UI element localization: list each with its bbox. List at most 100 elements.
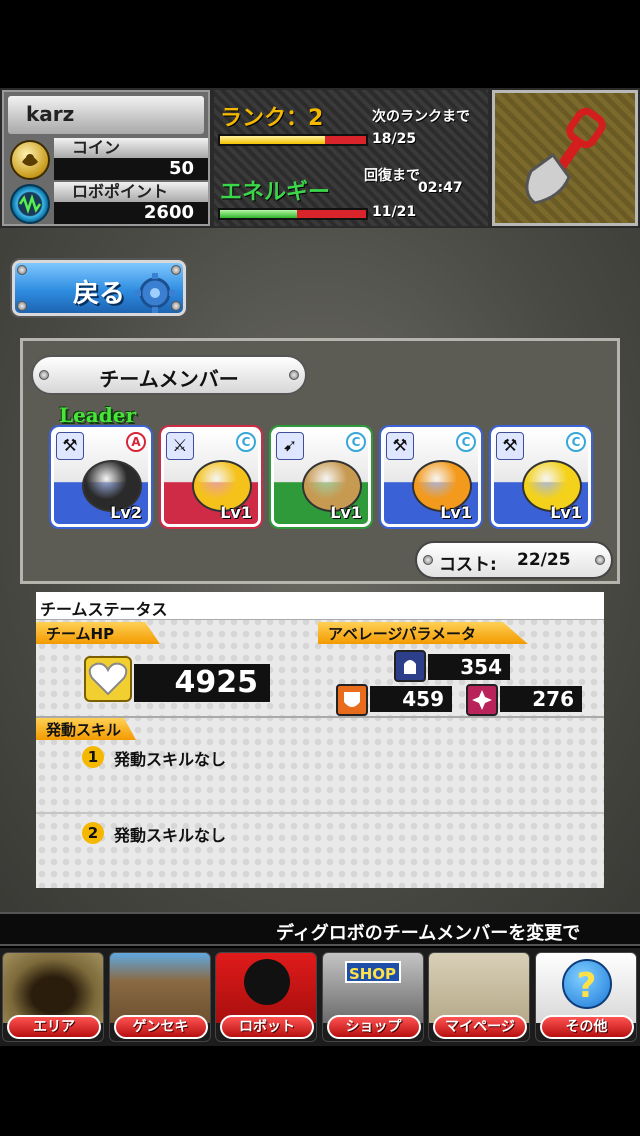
cost-value: 22/25: [517, 550, 571, 570]
energy-progress-text: 11/21: [372, 204, 417, 220]
nav-button-cave[interactable]: エリア: [2, 952, 104, 1042]
member-card[interactable]: ⚒ A Lv2: [51, 427, 151, 527]
book-icon: [429, 953, 529, 1023]
active-skill-label: 発動スキル: [36, 718, 136, 740]
rank-progress-fill: [220, 136, 326, 144]
nav-button-question[interactable]: ? その他: [534, 952, 637, 1042]
username: karz: [8, 96, 204, 134]
nav-button-book[interactable]: マイページ: [428, 952, 530, 1042]
rank-label: ランク：2: [220, 106, 324, 131]
news-ticker: ディグロボのチームメンバーを変更で: [0, 912, 640, 946]
dig-button[interactable]: [492, 90, 638, 226]
divider: [36, 812, 604, 814]
defense-param-icon: [394, 650, 426, 682]
axe-icon: ⚒: [386, 432, 414, 460]
param-top-value: 354: [428, 654, 510, 680]
user-info-panel: karz コイン 50 ロボポイント 2600: [2, 90, 210, 226]
nav-label: エリア: [7, 1015, 101, 1039]
nav-label: その他: [539, 1015, 634, 1039]
shop-icon: SHOP: [322, 953, 423, 1023]
status-title: チームステータス: [40, 600, 168, 619]
member-level: Lv1: [550, 503, 582, 522]
divider: [36, 716, 604, 718]
type-badge: C: [566, 432, 586, 452]
skill-text: 発動スキルなし: [114, 826, 227, 845]
ore-icon: [109, 953, 210, 1023]
robot-silhouette: [244, 959, 290, 1005]
nav-label: ゲンセキ: [113, 1015, 208, 1039]
skill-number: 1: [82, 746, 104, 768]
robo-point-value: 2600: [54, 202, 208, 224]
nav-button-robot[interactable]: ロボット: [215, 952, 317, 1042]
member-level: Lv2: [110, 503, 142, 522]
leader-label: Leader: [59, 403, 136, 427]
ticker-text: ディグロボのチームメンバーを変更で: [276, 923, 581, 944]
nav-label: ショップ: [326, 1015, 421, 1039]
question-icon: ?: [535, 953, 636, 1023]
recovery-label: 回復まで: [364, 168, 420, 184]
energy-label: エネルギー: [220, 180, 331, 205]
team-title-plate: チームメンバー: [31, 355, 307, 395]
axe-icon: ⚒: [496, 432, 524, 460]
app-root: karz コイン 50 ロボポイント 2600 ランク：2 次のランクまで 18…: [0, 0, 640, 1136]
member-card[interactable]: ⚔ C Lv1: [161, 427, 261, 527]
member-card[interactable]: ⚒ C Lv1: [491, 427, 591, 527]
status-title-bar: チームステータス: [36, 592, 604, 620]
rank-progress-bar: [218, 134, 368, 146]
team-hp-value: 4925: [134, 664, 270, 702]
robo-point-row: ロボポイント 2600: [8, 182, 208, 226]
attack-param-icon: [336, 684, 368, 716]
type-badge: C: [456, 432, 476, 452]
special-param-icon: [466, 684, 498, 716]
param-right-value: 276: [500, 686, 582, 712]
team-member-panel: チームメンバー Leader ⚒ A Lv2 ⚔ C Lv1 ➹ C Lv1 ⚒ C Lv1 ⚒ C Lv1…: [20, 338, 620, 584]
screw-icon: [171, 301, 181, 311]
back-button[interactable]: 戻る: [12, 260, 186, 316]
robot-icon: [216, 953, 316, 1023]
coin-label: コイン: [54, 138, 208, 158]
heart-icon: [84, 656, 132, 702]
param-left-value: 459: [370, 686, 452, 712]
cost-plate: コスト: 22/25: [415, 541, 613, 579]
nav-label: マイページ: [433, 1015, 527, 1039]
member-level: Lv1: [330, 503, 362, 522]
team-hp-label: チームHP: [36, 622, 160, 644]
member-card[interactable]: ⚒ C Lv1: [381, 427, 481, 527]
energy-progress-bar: [218, 208, 368, 220]
bottom-nav: エリア ゲンセキ ロボット SHOP ショップ マイページ? その他: [0, 948, 640, 1046]
screw-icon: [17, 301, 27, 311]
member-level: Lv1: [440, 503, 472, 522]
cost-label: コスト:: [439, 555, 497, 575]
skill-number: 2: [82, 822, 104, 844]
type-badge: A: [126, 432, 146, 452]
coin-row: コイン 50: [8, 138, 208, 182]
status-header: karz コイン 50 ロボポイント 2600 ランク：2 次のランクまで 18…: [0, 88, 640, 228]
skill-text: 発動スキルなし: [114, 750, 227, 769]
team-status-panel: チームステータス チームHP アベレージパラメータ 4925 354 459 2…: [36, 592, 604, 888]
back-button-label: 戻る: [73, 279, 126, 309]
nav-button-shop[interactable]: SHOP ショップ: [321, 952, 424, 1042]
energy-progress-fill: [220, 210, 297, 218]
cave-icon: [3, 953, 103, 1023]
shop-sign: SHOP: [344, 961, 401, 983]
rank-progress-text: 18/25: [372, 131, 417, 147]
coin-value: 50: [54, 158, 208, 180]
average-parameter-label: アベレージパラメータ: [318, 622, 528, 644]
screw-icon: [289, 370, 299, 380]
next-rank-label: 次のランクまで: [372, 109, 470, 125]
screw-icon: [595, 555, 605, 565]
coin-icon: [10, 140, 50, 180]
rank-energy-panel: ランク：2 次のランクまで 18/25 エネルギー 回復まで 02:47 11/…: [214, 90, 488, 226]
screw-icon: [171, 265, 181, 275]
team-title: チームメンバー: [99, 367, 239, 391]
nav-label: ロボット: [220, 1015, 314, 1039]
robo-point-label: ロボポイント: [54, 182, 208, 202]
gun-icon: ➹: [276, 432, 304, 460]
screw-icon: [423, 555, 433, 565]
shovel-icon: [525, 107, 606, 205]
gear-icon: [135, 273, 175, 313]
recovery-time: 02:47: [418, 180, 463, 196]
screw-icon: [17, 265, 27, 275]
member-card[interactable]: ➹ C Lv1: [271, 427, 371, 527]
nav-button-ore[interactable]: ゲンセキ: [108, 952, 211, 1042]
